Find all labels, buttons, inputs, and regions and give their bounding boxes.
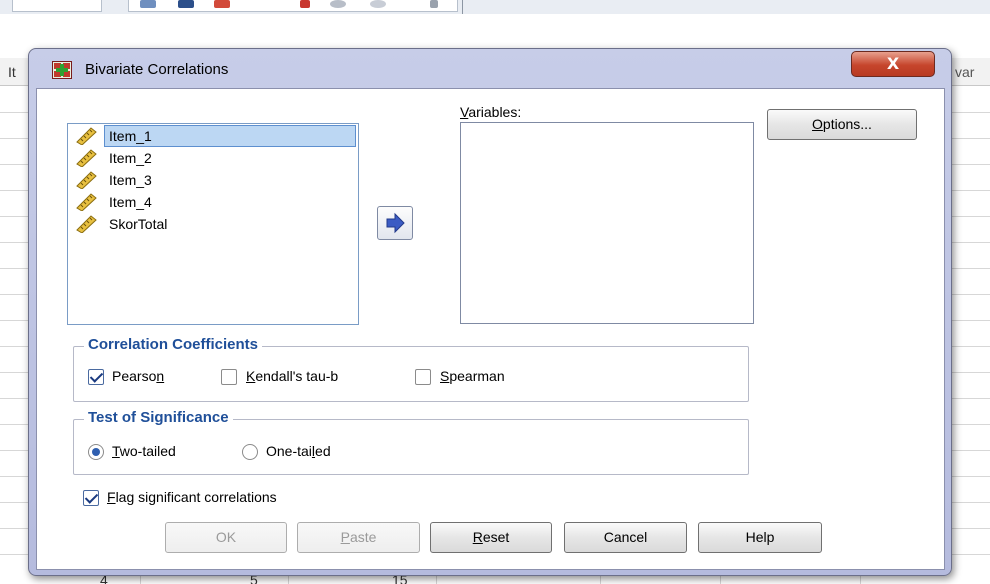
dialog-body: Item_1 Item_2 Item_3 Item_4 SkorTotal Va… bbox=[36, 88, 945, 570]
ok-button[interactable]: OK bbox=[165, 522, 287, 553]
variable-label: SkorTotal bbox=[109, 216, 168, 232]
variable-label: Item_2 bbox=[109, 150, 152, 166]
toolbar-flag-icon[interactable] bbox=[300, 0, 310, 8]
toolbar-pin-icon[interactable] bbox=[430, 0, 438, 8]
spearman-checkbox[interactable] bbox=[415, 369, 431, 385]
scale-ruler-icon bbox=[76, 171, 97, 189]
flag-significant-label[interactable]: Flag significant correlations bbox=[107, 489, 277, 505]
help-button[interactable]: Help bbox=[698, 522, 822, 553]
reset-button[interactable]: Reset bbox=[430, 522, 552, 553]
spss-correlation-icon bbox=[52, 61, 72, 79]
list-item[interactable]: Item_3 bbox=[70, 169, 356, 191]
scale-ruler-icon bbox=[76, 149, 97, 167]
toolbar-table-icon[interactable] bbox=[214, 0, 230, 8]
toolbar-group-left bbox=[12, 0, 102, 12]
correlation-coefficients-group: Correlation Coefficients Pearson Kendall… bbox=[73, 336, 749, 402]
list-item[interactable]: Item_4 bbox=[70, 191, 356, 213]
dialog-titlebar[interactable]: Bivariate Correlations X bbox=[29, 49, 951, 89]
scale-ruler-icon bbox=[76, 127, 97, 145]
grid-header-var-label: var bbox=[955, 64, 975, 80]
one-tailed-radio[interactable] bbox=[242, 444, 258, 460]
two-tailed-radio[interactable] bbox=[88, 444, 104, 460]
toolbar-circle2-icon[interactable] bbox=[370, 0, 386, 8]
variable-label: Item_1 bbox=[104, 125, 356, 147]
paste-button[interactable]: Paste bbox=[297, 522, 420, 553]
toolbar-empty-area bbox=[462, 0, 990, 14]
options-button[interactable]: Options... bbox=[767, 109, 917, 140]
variables-target-list[interactable] bbox=[460, 122, 754, 324]
one-tailed-label[interactable]: One-tailed bbox=[266, 443, 331, 459]
background-toolbar bbox=[0, 0, 990, 14]
scale-ruler-icon bbox=[76, 215, 97, 233]
variable-label: Item_4 bbox=[109, 194, 152, 210]
test-of-significance-group: Test of Significance Two-tailed One-tail… bbox=[73, 409, 749, 475]
grid-header-left-label: It bbox=[8, 64, 16, 80]
move-to-variables-button[interactable] bbox=[377, 206, 413, 240]
toolbar-user-icon[interactable] bbox=[178, 0, 194, 8]
test-of-significance-title: Test of Significance bbox=[84, 409, 233, 426]
list-item[interactable]: SkorTotal bbox=[70, 213, 356, 235]
toolbar-chart-icon[interactable] bbox=[140, 0, 156, 8]
cancel-button[interactable]: Cancel bbox=[564, 522, 687, 553]
pearson-label[interactable]: Pearson bbox=[112, 368, 164, 384]
source-variable-list[interactable]: Item_1 Item_2 Item_3 Item_4 SkorTotal bbox=[67, 123, 359, 325]
close-icon: X bbox=[886, 54, 900, 73]
variable-label: Item_3 bbox=[109, 172, 152, 188]
list-item[interactable]: Item_2 bbox=[70, 147, 356, 169]
pearson-checkbox[interactable] bbox=[88, 369, 104, 385]
correlation-coefficients-title: Correlation Coefficients bbox=[84, 336, 263, 353]
close-button[interactable]: X bbox=[851, 51, 935, 77]
bivariate-correlations-dialog: Bivariate Correlations X Item_1 Item_2 I… bbox=[28, 48, 952, 576]
scale-ruler-icon bbox=[76, 193, 97, 211]
spearman-label[interactable]: Spearman bbox=[440, 368, 505, 384]
dialog-title: Bivariate Correlations bbox=[85, 61, 229, 78]
variables-label: Variables: bbox=[460, 104, 522, 120]
kendall-checkbox[interactable] bbox=[221, 369, 237, 385]
flag-significant-checkbox[interactable] bbox=[83, 490, 99, 506]
arrow-right-icon bbox=[386, 212, 405, 234]
toolbar-circle-icon[interactable] bbox=[330, 0, 346, 8]
two-tailed-label[interactable]: Two-tailed bbox=[112, 443, 176, 459]
kendall-label[interactable]: Kendall's tau-b bbox=[246, 368, 338, 384]
list-item[interactable]: Item_1 bbox=[70, 125, 356, 147]
